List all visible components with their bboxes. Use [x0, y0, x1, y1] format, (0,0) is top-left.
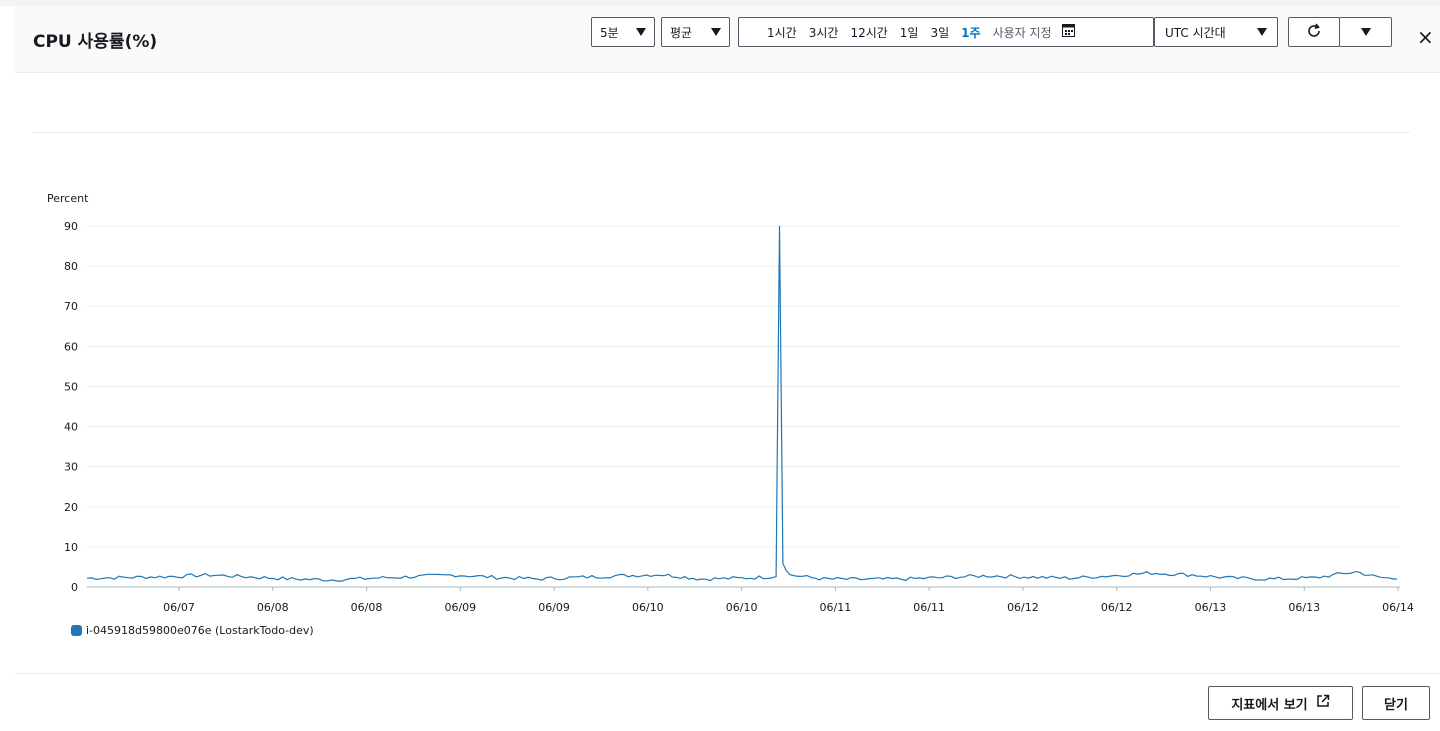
view-in-metrics-button[interactable]: 지표에서 보기 [1208, 686, 1353, 720]
cpu-line-chart: Percent 0102030405060708090 06/07 06/08 06… [47, 192, 1414, 614]
x-tick-label: 06/09 [444, 601, 476, 614]
y-tick-label: 20 [64, 501, 78, 514]
y-axis-label: Percent [47, 192, 89, 205]
x-tick-label: 06/13 [1195, 601, 1227, 614]
x-tick-label: 06/13 [1288, 601, 1320, 614]
x-tick-label: 06/11 [820, 601, 852, 614]
legend-swatch [71, 625, 82, 636]
statistic-select[interactable]: 평균 [661, 17, 730, 47]
x-tick-label: 06/11 [913, 601, 945, 614]
x-tick-label: 06/12 [1007, 601, 1039, 614]
close-button[interactable]: 닫기 [1362, 686, 1430, 720]
x-tick-label: 06/07 [163, 601, 195, 614]
calendar-icon[interactable] [1061, 24, 1075, 40]
section-divider [32, 132, 1410, 133]
period-select[interactable]: 5분 [591, 17, 655, 47]
x-axis-ticks: 06/07 06/08 06/08 06/09 06/09 06/10 06/10 06/11… [163, 587, 1414, 614]
range-3h[interactable]: 3시간 [803, 24, 845, 41]
chevron-down-icon [1360, 28, 1371, 36]
x-tick-label: 06/08 [351, 601, 383, 614]
legend-label: i-045918d59800e076e (LostarkTodo-dev) [86, 624, 314, 637]
y-tick-label: 70 [64, 300, 78, 313]
refresh-button[interactable] [1288, 17, 1340, 47]
y-axis-ticks: 0 10 20 30 40 50 60 70 80 90 [64, 220, 78, 594]
timezone-select[interactable]: UTC 시간대 [1154, 17, 1278, 47]
chart-legend[interactable]: i-045918d59800e076e (LostarkTodo-dev) [71, 624, 314, 637]
chevron-down-icon [636, 28, 646, 36]
footer-divider [15, 673, 1440, 674]
x-tick-label: 06/12 [1101, 601, 1133, 614]
timezone-value: UTC 시간대 [1165, 25, 1226, 40]
x-tick-label: 06/10 [726, 601, 758, 614]
y-tick-label: 50 [64, 380, 78, 393]
statistic-value: 평균 [670, 25, 693, 40]
x-tick-label: 06/14 [1382, 601, 1414, 614]
range-1w[interactable]: 1주 [955, 24, 986, 41]
y-tick-label: 40 [64, 421, 78, 434]
y-tick-label: 0 [71, 581, 78, 594]
external-link-icon [1316, 694, 1330, 712]
refresh-icon [1306, 23, 1322, 42]
view-in-metrics-label: 지표에서 보기 [1231, 697, 1308, 713]
range-3d[interactable]: 3일 [924, 24, 955, 41]
range-custom[interactable]: 사용자 지정 [987, 24, 1058, 41]
page-title: CPU 사용률(%) [33, 32, 158, 52]
range-12h[interactable]: 12시간 [844, 24, 893, 41]
close-icon[interactable]: × [1417, 27, 1434, 47]
y-tick-label: 10 [64, 541, 78, 554]
widget-header: CPU 사용률(%) 5분 평균 1시간 3시간 12시간 1일 3일 1주 사… [15, 6, 1440, 73]
chart-grid [87, 225, 1400, 588]
chevron-down-icon [1257, 28, 1267, 36]
period-value: 5분 [600, 25, 619, 40]
range-1d[interactable]: 1일 [894, 24, 925, 41]
y-tick-label: 80 [64, 260, 78, 273]
x-tick-label: 06/09 [538, 601, 570, 614]
y-tick-label: 30 [64, 461, 78, 474]
x-tick-label: 06/08 [257, 601, 289, 614]
close-button-label: 닫기 [1384, 697, 1408, 713]
range-1h[interactable]: 1시간 [761, 24, 803, 41]
refresh-options-button[interactable] [1339, 17, 1392, 47]
y-tick-label: 60 [64, 340, 78, 353]
series-line [86, 225, 1397, 582]
chevron-down-icon [711, 28, 721, 36]
x-tick-label: 06/10 [632, 601, 664, 614]
time-range-selector: 1시간 3시간 12시간 1일 3일 1주 사용자 지정 [738, 17, 1154, 47]
y-tick-label: 90 [64, 220, 78, 233]
